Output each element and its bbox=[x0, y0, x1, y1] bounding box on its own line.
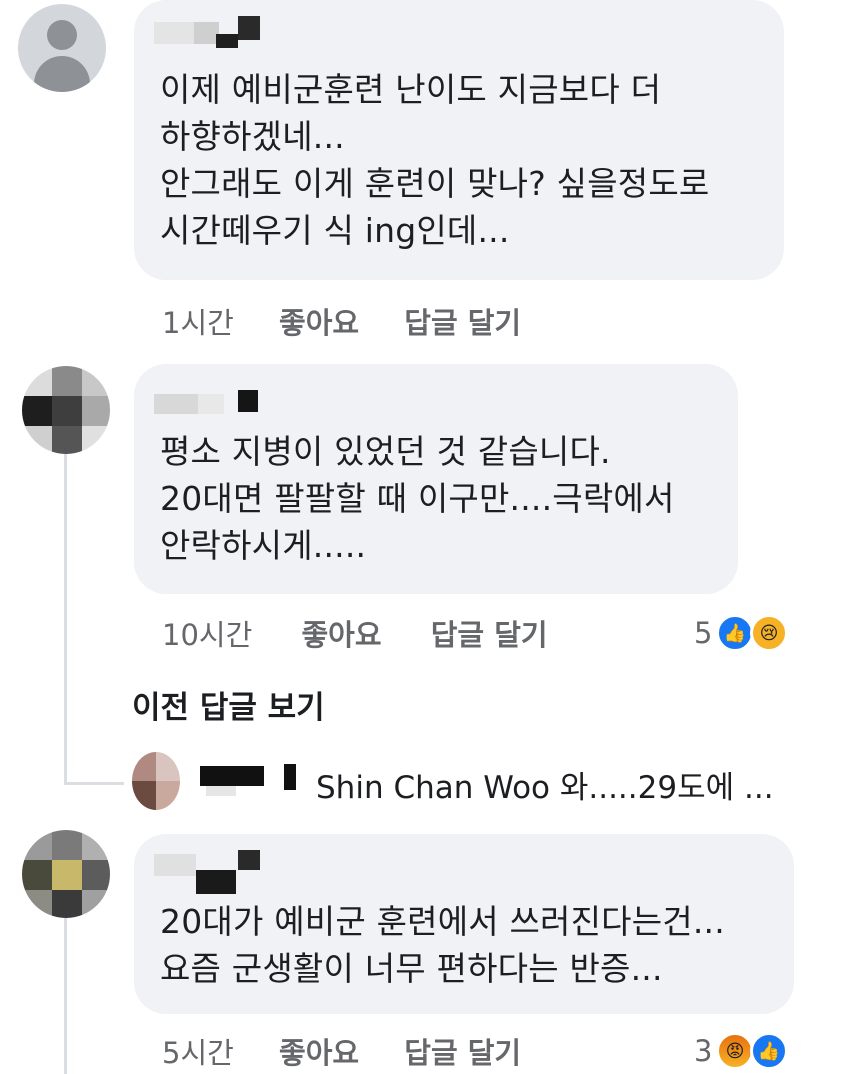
comment-meta: 5시간 좋아요 답글 달기 bbox=[162, 1030, 521, 1072]
reaction-summary[interactable]: 3 😡 👍 bbox=[694, 1030, 804, 1074]
comment-time[interactable]: 1시간 bbox=[162, 306, 234, 340]
thread-branch-line bbox=[64, 782, 124, 785]
avatar-default[interactable] bbox=[18, 4, 106, 92]
reply-button[interactable]: 답글 달기 bbox=[431, 618, 548, 652]
comment-meta: 1시간 좋아요 답글 달기 bbox=[162, 300, 521, 342]
reply-button[interactable]: 답글 달기 bbox=[404, 1036, 521, 1070]
commenter-name-blurred[interactable] bbox=[154, 850, 264, 894]
avatar-body-shape bbox=[34, 56, 90, 92]
angry-icon: 😡 bbox=[716, 1032, 754, 1070]
avatar-head-shape bbox=[47, 20, 77, 50]
reaction-count: 3 bbox=[694, 1034, 713, 1068]
comment-bubble: 평소 지병이 있었던 것 같습니다. 20대면 팔팔할 때 이구만....극락에… bbox=[134, 364, 738, 594]
comment-text: 이제 예비군훈련 난이도 지금보다 더 하향하겠네... 안그래도 이게 훈련이… bbox=[160, 70, 710, 250]
view-previous-replies[interactable]: 이전 답글 보기 bbox=[132, 682, 325, 727]
reply-button[interactable]: 답글 달기 bbox=[404, 306, 521, 340]
like-button[interactable]: 좋아요 bbox=[301, 618, 381, 652]
sad-icon: 😢 bbox=[750, 614, 788, 652]
like-button[interactable]: 좋아요 bbox=[279, 306, 359, 340]
like-icon: 👍 bbox=[750, 1032, 788, 1070]
avatar-pixelated[interactable] bbox=[22, 366, 110, 454]
reply-author-blurred[interactable] bbox=[196, 762, 306, 796]
reply-avatar[interactable] bbox=[132, 752, 180, 810]
thread-line bbox=[64, 918, 67, 1074]
thread-line bbox=[64, 454, 67, 784]
commenter-name-blurred[interactable] bbox=[154, 16, 260, 48]
comment-text: 20대가 예비군 훈련에서 쓰러진다는건... 요즘 군생활이 너무 편하다는 … bbox=[160, 902, 725, 988]
reaction-summary[interactable]: 5 👍 😢 bbox=[694, 612, 804, 656]
comment-text: 평소 지병이 있었던 것 같습니다. 20대면 팔팔할 때 이구만....극락에… bbox=[160, 432, 675, 565]
avatar-pixelated[interactable] bbox=[22, 830, 110, 918]
commenter-name-blurred[interactable] bbox=[154, 390, 258, 420]
like-button[interactable]: 좋아요 bbox=[279, 1036, 359, 1070]
comment-time[interactable]: 10시간 bbox=[162, 618, 252, 652]
comment-bubble: 20대가 예비군 훈련에서 쓰러진다는건... 요즘 군생활이 너무 편하다는 … bbox=[134, 834, 794, 1014]
comment-meta: 10시간 좋아요 답글 달기 bbox=[162, 612, 548, 654]
comment-bubble: 이제 예비군훈련 난이도 지금보다 더 하향하겠네... 안그래도 이게 훈련이… bbox=[134, 0, 784, 280]
reaction-count: 5 bbox=[694, 616, 713, 650]
reply-preview-text[interactable]: Shin Chan Woo 와.....29도에 ... bbox=[316, 762, 774, 807]
like-icon: 👍 bbox=[716, 614, 754, 652]
comment-time[interactable]: 5시간 bbox=[162, 1036, 234, 1070]
